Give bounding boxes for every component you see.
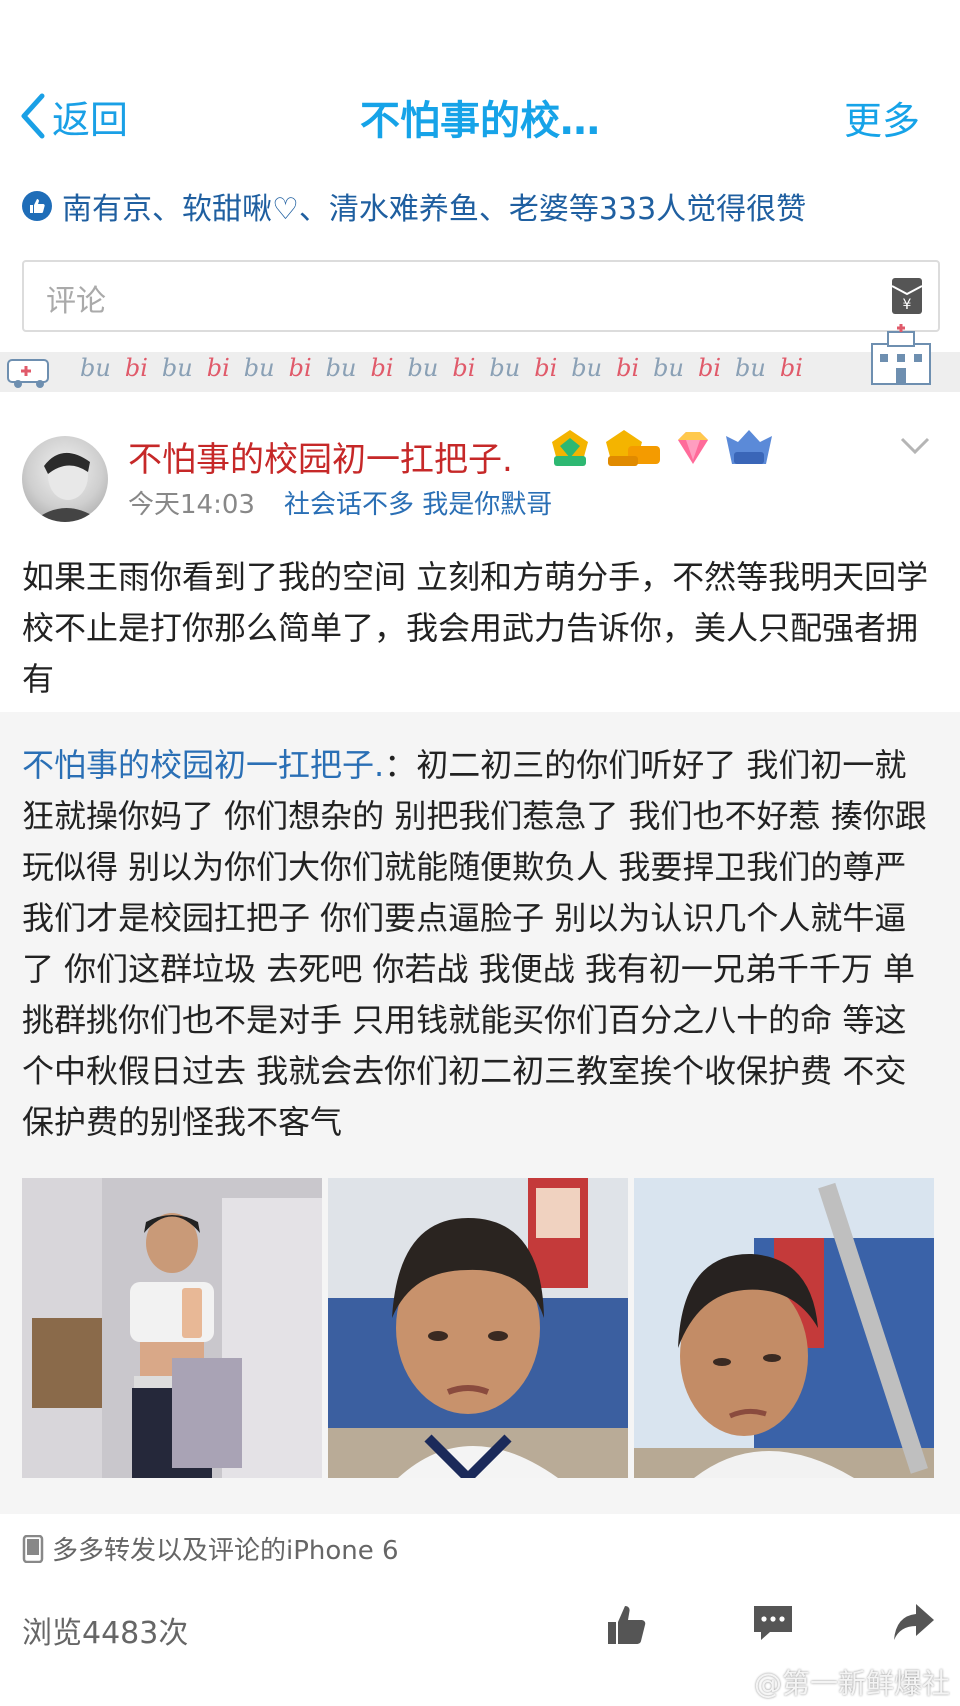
quoted-text-block: 不怕事的校园初一扛把子.：初二初三的你们听好了 我们初一就狂就操你妈了 你们想杂…	[22, 740, 938, 1148]
likes-text: 南有京、软甜啾♡、清水难养鱼、老婆等333人觉得很赞	[62, 192, 807, 227]
banner-word: bu	[243, 354, 275, 382]
banner-word: bi	[779, 354, 803, 382]
comment-icon[interactable]	[752, 1602, 794, 1644]
chevron-down-icon[interactable]	[900, 436, 930, 456]
banner-word: bi	[124, 354, 148, 382]
phone-icon	[22, 1534, 44, 1563]
like-icon[interactable]	[604, 1602, 648, 1646]
decorative-banner: bu bi bu bi bu bi bu bi bu bi bu bi bu bi bu bi bu bi	[0, 324, 960, 392]
banner-word: bu	[735, 354, 766, 382]
banner-word: bi	[206, 354, 230, 382]
banner-word: bi	[697, 354, 721, 382]
thumb-up-icon	[22, 191, 52, 221]
post-photo-2[interactable]	[328, 1178, 628, 1478]
banner-word: bu	[653, 354, 684, 382]
device-label: 多多转发以及评论的iPhone 6	[52, 1536, 399, 1566]
banner-word: bi	[534, 354, 558, 382]
comment-placeholder: 评论	[46, 284, 106, 319]
banner-word: bu	[80, 354, 111, 382]
banner-word: bu	[489, 354, 521, 382]
post-body: 如果王雨你看到了我的空间 立刻和方萌分手，不然等我明天回学校不止是打你那么简单了…	[22, 558, 929, 698]
comment-input[interactable]: 评论 ¥	[22, 260, 940, 332]
banner-word: bi	[452, 354, 476, 382]
badge-row	[548, 428, 774, 468]
quoted-text: 初二初三的你们听好了 我们初一就狂就操你妈了 你们想杂的 别把我们惹急了 我们也…	[22, 746, 927, 1141]
banner-word: bu	[571, 354, 603, 382]
banner-word: bu	[161, 354, 193, 382]
user-signature: 社会话不多 我是你默哥	[284, 490, 553, 520]
banner-text-row: bu bi bu bi bu bi bu bi bu bi bu bi bu bi bu bi bu bi	[80, 354, 803, 382]
post-username[interactable]: 不怕事的校园初一扛把子.	[128, 432, 513, 481]
banner-word: bu	[325, 354, 357, 382]
ambulance-icon	[7, 359, 49, 388]
banner-word: bi	[288, 354, 312, 382]
page-title: 不怕事的校…	[360, 98, 600, 144]
banner-word: bi	[616, 354, 640, 382]
quoted-author[interactable]: 不怕事的校园初一扛把子.	[22, 746, 384, 784]
diamond-badge-icon	[678, 432, 708, 464]
banner-word: bi	[370, 354, 394, 382]
level-148-badge-icon	[726, 430, 772, 464]
avatar[interactable]	[22, 436, 108, 522]
post-photo-1[interactable]	[22, 1178, 322, 1478]
device-info: 多多转发以及评论的iPhone 6	[22, 1530, 399, 1567]
quoted-separator: ：	[384, 746, 417, 784]
svg-text:¥: ¥	[903, 297, 912, 313]
share-icon[interactable]	[892, 1602, 936, 1642]
vip-level-badge-icon	[552, 430, 588, 466]
annual-vip-badge-icon	[606, 430, 660, 466]
watermark: @第一新鲜爆社	[753, 1667, 950, 1700]
red-envelope-icon[interactable]: ¥	[890, 276, 924, 316]
hospital-icon	[871, 324, 931, 385]
post-photo-3[interactable]	[634, 1178, 934, 1478]
likes-row[interactable]: 南有京、软甜啾♡、清水难养鱼、老婆等333人觉得很赞	[22, 184, 942, 228]
banner-word: bu	[407, 354, 439, 382]
view-count: 浏览4483次	[22, 1616, 189, 1651]
post-time: 今天14:03	[128, 490, 255, 520]
more-button[interactable]: 更多	[844, 90, 920, 145]
